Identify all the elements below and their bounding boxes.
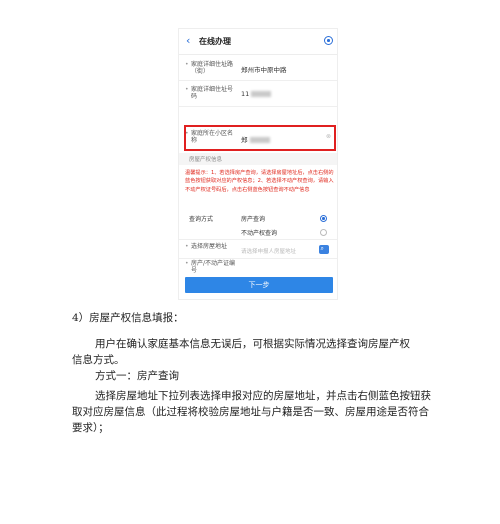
house-number-label: • 家庭详细住址号码 <box>185 86 234 100</box>
option-property-label: 不动产权查询 <box>241 230 278 237</box>
section-title: 房屋产权信息 <box>189 157 223 163</box>
doc-paragraph-line: 信息方式。 <box>72 354 125 366</box>
phone-screenshot: ‹ 在线办理 • 家庭详细住址路（街） 郑州市中原中路 • 家庭详细住址号码 11 … <box>178 28 338 300</box>
select-address-label: • 选择房屋地址 <box>185 243 228 250</box>
doc-paragraph-line: 取对应房屋信息（此过程将校验房屋地址与户籍是否一致、房屋用途是否符合 <box>72 406 429 418</box>
cert-row[interactable]: • 房产/不动产证编号 <box>179 259 337 275</box>
section-header: 房屋产权信息 <box>179 153 337 165</box>
cert-label: • 房产/不动产证编号 <box>185 260 236 274</box>
search-icon: ⌕ <box>320 245 324 252</box>
warning-text: 温馨提示：1、若选择房产查询，请选择房屋地址后，点击右侧的蓝色按钮获取对应的产权… <box>185 170 334 193</box>
doc-paragraph-line: 选择房屋地址下拉列表选择申报对应的房屋地址，并点击右侧蓝色按钮获 <box>95 390 431 402</box>
app-bar: ‹ 在线办理 <box>179 29 337 55</box>
target-icon[interactable] <box>324 36 333 45</box>
search-button[interactable]: ⌕ <box>319 245 329 254</box>
option-house-radio[interactable] <box>320 215 327 222</box>
house-number-row[interactable]: • 家庭详细住址号码 11 <box>179 81 337 107</box>
address-value: 郑州市中原中路 <box>241 66 287 74</box>
query-label: 查询方式 <box>189 216 214 223</box>
option-property-radio[interactable] <box>320 229 327 236</box>
highlight-box <box>184 125 336 151</box>
address-label: • 家庭详细住址路（街） <box>185 61 234 75</box>
select-address-row[interactable]: • 选择房屋地址 请选择申报人房屋地址 ⌕ <box>179 239 337 259</box>
doc-paragraph-line: 用户在确认家庭基本信息无误后，可根据实际情况选择查询房屋产权 <box>95 338 410 350</box>
doc-heading: 4）房屋产权信息填报： <box>72 312 184 324</box>
chevron-left-icon[interactable]: ‹ <box>186 34 190 47</box>
app-title: 在线办理 <box>199 37 231 46</box>
doc-subheading: 方式一：房产查询 <box>95 370 179 382</box>
house-number-value: 11 <box>241 90 272 98</box>
redacted-text <box>251 91 272 97</box>
doc-paragraph-line: 要求）； <box>72 422 109 434</box>
address-row[interactable]: • 家庭详细住址路（街） 郑州市中原中路 <box>179 55 337 81</box>
option-house-label: 房产查询 <box>241 216 266 223</box>
select-address-placeholder: 请选择申报人房屋地址 <box>241 249 297 255</box>
next-button[interactable]: 下一步 <box>185 277 333 293</box>
